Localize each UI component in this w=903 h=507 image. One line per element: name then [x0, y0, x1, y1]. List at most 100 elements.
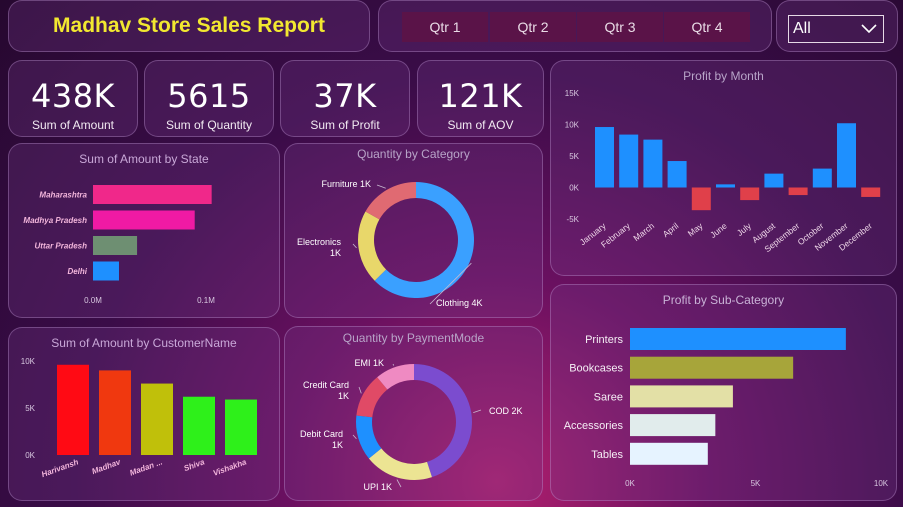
- filter-selected-value: All: [793, 20, 811, 37]
- category-label: Shiva: [183, 457, 207, 473]
- slice-label: UPI 1K: [363, 482, 392, 492]
- slice-label: Clothing 4K: [436, 298, 483, 308]
- tick-label: 5K: [25, 404, 35, 413]
- tick-label: 0K: [569, 184, 579, 193]
- quarter-button-2[interactable]: Qtr 2: [490, 12, 576, 42]
- category-label: Saree: [594, 391, 623, 403]
- kpi-value: 121K: [438, 77, 523, 115]
- kpi-value: 37K: [313, 77, 377, 115]
- bar: [93, 185, 212, 204]
- bar: [837, 123, 856, 188]
- tick-label: 10K: [565, 121, 580, 130]
- chevron-down-icon: [861, 24, 877, 34]
- leader-line: [352, 434, 357, 440]
- leader-line: [376, 184, 386, 189]
- slice-label: EMI 1K: [354, 358, 384, 368]
- chart-card-profit-by-subcategory: Profit by Sub-Category Printers Bookcases…: [550, 284, 897, 501]
- bar: [630, 328, 846, 350]
- category-label: Madan ...: [128, 457, 163, 477]
- bar: [93, 236, 138, 255]
- leader-line: [473, 409, 482, 413]
- chart-card-quantity-by-category: Quantity by Category Clothing 4K Electron…: [284, 143, 543, 318]
- kpi-label: Sum of Amount: [31, 118, 115, 132]
- tick-label: 0.0M: [84, 296, 102, 305]
- tick-label: 10K: [21, 357, 36, 366]
- chart-quantity-by-category: Clothing 4K Electronics 1K Furniture 1K: [297, 179, 483, 308]
- bar: [93, 210, 195, 230]
- bar: [99, 370, 131, 455]
- category-label: Printers: [585, 334, 623, 346]
- chart-card-amount-by-state: Sum of Amount by State Maharashtra Madhya…: [8, 143, 280, 318]
- chart-card-amount-by-customer: Sum of Amount by CustomerName 0K 5K 10K Har…: [8, 327, 280, 501]
- tick-label: 5K: [751, 479, 761, 488]
- filter-card: All: [776, 0, 898, 52]
- bar: [667, 161, 687, 188]
- tick-label: 15K: [565, 89, 580, 98]
- quarter-button-1[interactable]: Qtr 1: [402, 12, 488, 42]
- bar: [643, 139, 663, 188]
- bar: [740, 187, 760, 201]
- tick-label: -5K: [567, 215, 580, 224]
- donut-slice: [368, 448, 432, 480]
- bar: [630, 414, 716, 437]
- tick-label: 10K: [874, 479, 889, 488]
- category-label: Uttar Pradesh: [35, 242, 88, 251]
- chart-profit-by-month: -5K0K5K10K15KJanuaryFebruary March April Ma…: [565, 89, 881, 254]
- bar: [716, 184, 735, 188]
- tick-label: 0K: [25, 451, 35, 460]
- slice-label: COD 2K: [489, 406, 523, 416]
- category-label: Accessories: [564, 420, 624, 432]
- tick-label: 5K: [569, 152, 579, 161]
- bar: [595, 127, 614, 188]
- title-card: Madhav Store Sales Report: [8, 0, 370, 52]
- bar: [225, 399, 257, 455]
- kpi-card-profit: 37K Sum of Profit: [280, 60, 410, 137]
- category-label: Delhi: [67, 267, 87, 276]
- kpi-label: Sum of AOV: [447, 118, 514, 132]
- bar: [630, 442, 708, 465]
- slice-label: Electronics 1K: [297, 237, 342, 258]
- donut-slice: [414, 364, 472, 478]
- page-title: Madhav Store Sales Report: [53, 14, 325, 37]
- chart-amount-by-customer: 0K 5K 10K Harivansh Madhav Madan ... Shiva Vish…: [21, 357, 257, 479]
- leader-line: [358, 386, 362, 394]
- leader-line: [392, 363, 395, 366]
- chart-card-profit-by-month: Profit by Month -5K 0K 5K 10K 15K January Febr…: [550, 60, 897, 276]
- category-label: Tables: [591, 449, 623, 461]
- kpi-value: 438K: [30, 77, 116, 115]
- category-label: May: [686, 220, 705, 238]
- bar: [812, 168, 832, 188]
- leader-line: [396, 479, 402, 488]
- bar: [619, 134, 639, 188]
- quarter-button-3[interactable]: Qtr 3: [577, 12, 663, 42]
- category-label: March: [631, 221, 656, 244]
- category-label: Harivansh: [40, 457, 80, 479]
- bar: [630, 356, 794, 379]
- chart-profit-by-subcategory: Printers Bookcases Saree Accessories Tables 0…: [564, 328, 889, 488]
- donut-slice: [358, 211, 387, 281]
- slice-label: Furniture 1K: [321, 179, 371, 189]
- kpi-card-quantity: 5615 Sum of Quantity: [144, 60, 274, 137]
- category-label: Vishakha: [212, 457, 248, 478]
- kpi-label: Sum of Profit: [310, 118, 380, 132]
- chart-card-quantity-by-paymentmode: Quantity by PaymentMode COD 2K UPI 1K Debi…: [284, 326, 543, 501]
- slice-label: Credit Card 1K: [303, 380, 349, 401]
- leader-line: [352, 243, 357, 249]
- category-label: Bookcases: [569, 363, 623, 375]
- bar: [788, 187, 808, 196]
- quarter-button-4[interactable]: Qtr 4: [664, 12, 750, 42]
- category-label: April: [661, 221, 681, 239]
- chart-amount-by-state: Maharashtra Madhya Pradesh Uttar Pradesh De…: [23, 185, 215, 305]
- bar: [183, 396, 215, 455]
- filter-dropdown[interactable]: All: [788, 15, 884, 43]
- bar: [691, 187, 711, 211]
- bar: [630, 385, 733, 408]
- quarter-slicer: Qtr 1 Qtr 2 Qtr 3 Qtr 4: [378, 0, 772, 52]
- kpi-value: 5615: [167, 77, 251, 115]
- kpi-label: Sum of Quantity: [165, 118, 253, 132]
- category-label: Madhya Pradesh: [23, 216, 87, 225]
- category-label: Madhav: [91, 457, 123, 476]
- slice-label: Debit Card 1K: [300, 429, 343, 450]
- tick-label: 0.1M: [197, 296, 215, 305]
- category-label: July: [735, 220, 754, 238]
